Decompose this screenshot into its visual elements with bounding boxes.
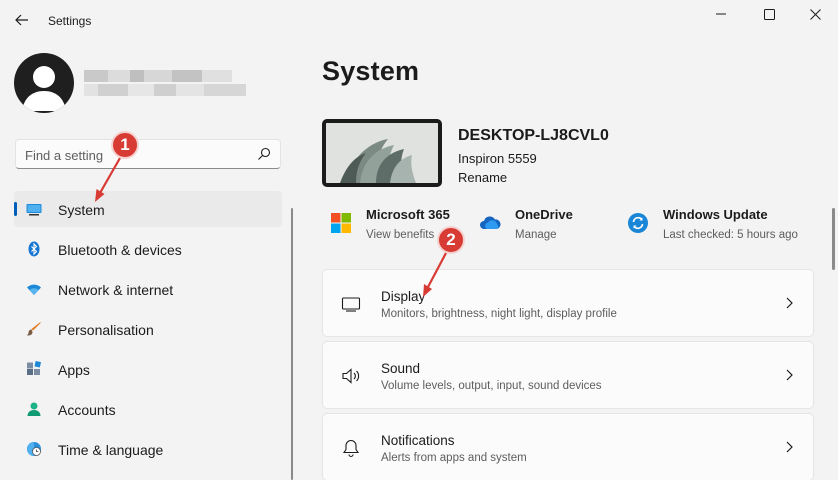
person-silhouette-icon — [22, 66, 66, 111]
search-box[interactable] — [15, 139, 281, 169]
quick-title: OneDrive — [515, 207, 573, 222]
sidebar-nav: System Bluetooth & devices Network & int… — [14, 191, 282, 471]
chevron-right-icon — [786, 369, 793, 381]
bluetooth-icon — [28, 241, 40, 257]
sidebar-item-system[interactable]: System — [14, 191, 282, 227]
card-subtitle: Monitors, brightness, night light, displ… — [381, 308, 617, 320]
card-subtitle: Volume levels, output, input, sound devi… — [381, 380, 602, 392]
main-scrollbar[interactable] — [832, 208, 835, 270]
cloud-icon — [480, 216, 501, 229]
device-name: DESKTOP-LJ8CVL0 — [458, 127, 609, 144]
quick-title: Microsoft 365 — [366, 207, 450, 222]
rename-link[interactable]: Rename — [458, 170, 507, 185]
sidebar-item-label: Accounts — [58, 402, 116, 418]
redacted-user-name — [84, 66, 246, 100]
sidebar-item-label: System — [58, 202, 105, 218]
update-icon — [628, 213, 648, 233]
windows-update-tile[interactable]: Windows Update Last checked: 5 hours ago — [627, 206, 817, 246]
sound-settings-card[interactable]: Sound Volume levels, output, input, soun… — [322, 341, 814, 409]
sidebar-item-label: Network & internet — [58, 282, 174, 298]
sidebar-item-network[interactable]: Network & internet — [14, 271, 282, 307]
sidebar-scrollbar[interactable] — [291, 208, 293, 480]
time-language-icon — [27, 442, 41, 456]
quick-subtitle: View benefits — [366, 229, 435, 241]
maximize-icon — [763, 8, 775, 20]
card-title: Notifications — [381, 433, 455, 448]
monitor-icon — [341, 297, 361, 312]
sidebar-item-accounts[interactable]: Accounts — [14, 391, 282, 427]
brush-icon — [26, 322, 41, 336]
account-icon — [27, 402, 41, 416]
wallpaper-bloom-image — [326, 123, 438, 183]
quick-subtitle: Last checked: 5 hours ago — [663, 229, 798, 241]
chevron-right-icon — [786, 297, 793, 309]
page-title: System — [322, 56, 420, 86]
back-arrow-icon — [15, 14, 28, 26]
device-wallpaper-thumbnail — [322, 119, 442, 187]
maximize-button[interactable] — [746, 0, 792, 28]
minimize-button[interactable] — [698, 0, 744, 28]
card-title: Sound — [381, 361, 421, 376]
sidebar-item-bluetooth[interactable]: Bluetooth & devices — [14, 231, 282, 267]
title-bar: Settings — [0, 0, 838, 40]
quick-title: Windows Update — [663, 207, 768, 222]
speaker-icon — [342, 368, 360, 384]
display-settings-card[interactable]: Display Monitors, brightness, night ligh… — [322, 269, 814, 337]
avatar[interactable] — [14, 53, 74, 113]
card-subtitle: Alerts from apps and system — [381, 452, 527, 464]
system-icon — [26, 204, 42, 216]
sidebar-item-label: Apps — [58, 362, 90, 378]
minimize-icon — [716, 13, 726, 15]
apps-icon — [27, 361, 42, 375]
sidebar-item-personalisation[interactable]: Personalisation — [14, 311, 282, 347]
chevron-right-icon — [786, 441, 793, 453]
onedrive-tile[interactable]: OneDrive Manage — [479, 206, 609, 246]
app-title: Settings — [48, 14, 92, 28]
close-icon — [809, 8, 821, 20]
notifications-settings-card[interactable]: Notifications Alerts from apps and syste… — [322, 413, 814, 480]
sidebar-item-label: Personalisation — [58, 322, 154, 338]
annotation-badge-1: 1 — [111, 131, 139, 159]
sidebar-item-label: Time & language — [58, 442, 164, 458]
search-icon[interactable] — [257, 147, 271, 161]
close-button[interactable] — [792, 0, 838, 28]
microsoft-logo-icon — [331, 213, 351, 233]
device-model: Inspiron 5559 — [458, 151, 537, 166]
annotation-badge-2: 2 — [437, 226, 465, 254]
quick-subtitle: Manage — [515, 229, 557, 241]
card-title: Display — [381, 289, 426, 304]
sidebar-item-label: Bluetooth & devices — [58, 242, 182, 258]
bell-icon — [342, 439, 360, 458]
sidebar-item-time-language[interactable]: Time & language — [14, 431, 282, 467]
wifi-icon — [27, 284, 41, 295]
back-button[interactable] — [8, 6, 36, 34]
sidebar-item-apps[interactable]: Apps — [14, 351, 282, 387]
